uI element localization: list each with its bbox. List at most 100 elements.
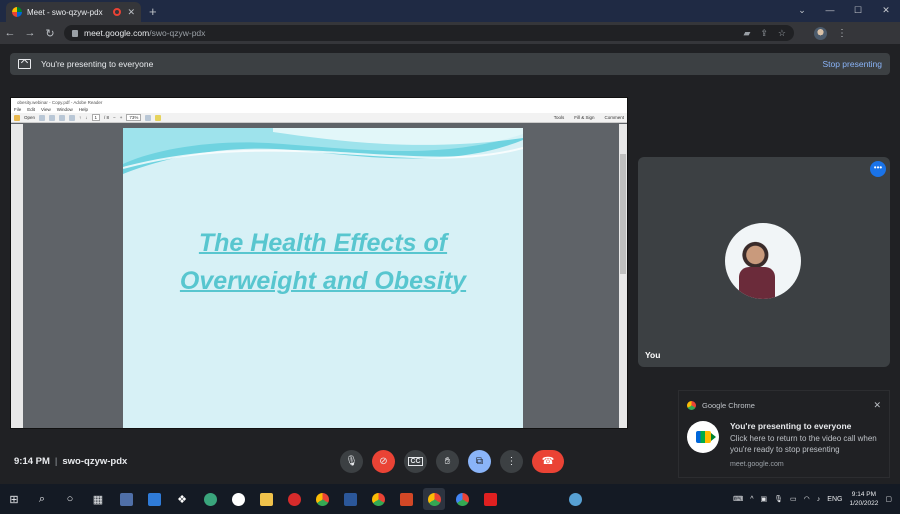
address-bar[interactable]: meet.google.com/swo-qzyw-pdx ▰ ⇪ ☆ [64,25,794,41]
taskbar-app-opera[interactable] [283,488,305,510]
language-indicator[interactable]: ENG [827,496,842,503]
navigation-pane[interactable] [11,124,23,428]
taskbar-app-mail[interactable] [143,488,165,510]
self-video-tile: ••• You [638,157,890,367]
menu-window[interactable]: Window [57,107,73,112]
share-icon[interactable]: ⇪ [760,28,768,39]
task-view-icon: ▦ [92,493,104,506]
taskbar-app-chrome[interactable] [311,488,333,510]
zoom-input[interactable]: 73% [126,114,142,121]
tab-search-icon[interactable]: ⌄ [788,0,816,20]
create-icon[interactable] [39,114,46,121]
captions-button[interactable]: CC [404,450,427,473]
lock-icon[interactable] [72,29,78,37]
present-now-button[interactable]: ⧉ [468,450,491,473]
menu-edit[interactable]: Edit [27,107,35,112]
participant-name: You [645,350,661,360]
meet-tray-icon[interactable]: ▣ [761,495,768,503]
hang-up-icon: ☎︎ [541,456,555,467]
maximize-button[interactable]: ☐ [844,0,872,20]
wifi-icon[interactable]: ◠ [804,495,810,503]
volume-icon[interactable]: ♪ [817,496,821,503]
taskbar-app-github[interactable] [227,488,249,510]
forward-button[interactable]: → [20,27,40,39]
taskbar-app-chrome-active[interactable] [423,488,445,510]
page-number-input[interactable]: 1 [91,114,101,121]
minimize-button[interactable]: — [816,0,844,20]
browser-tab-meet[interactable]: Meet - swo-qzyw-pdx ✕ [6,2,141,22]
windows-taskbar: ⊞ ⌕ ○ ▦ ❖ ⌨ ^ ▣ 🎙︎ ▭ ◠ ♪ ENG 9:14 PM 1/2… [0,484,900,514]
next-page-icon[interactable]: ↓ [85,115,87,120]
notifications-icon[interactable]: ▢ [885,495,892,503]
profile-avatar[interactable] [814,26,827,40]
reload-button[interactable]: ↻ [40,27,60,40]
prev-page-icon[interactable]: ↑ [79,115,81,120]
notification-app: Google Chrome [702,401,755,410]
stop-presenting-button[interactable]: Stop presenting [822,59,882,69]
close-tab-icon[interactable]: ✕ [127,7,135,18]
taskbar-app-edge[interactable] [199,488,221,510]
menu-help[interactable]: Help [79,107,88,112]
fit-page-icon[interactable] [145,114,152,121]
dropbox-icon: ❖ [177,493,187,506]
address-bar-row: ← → ↻ meet.google.com/swo-qzyw-pdx ▰ ⇪ ☆… [0,22,900,44]
microphone-button[interactable]: 🎙︎ [340,450,363,473]
chrome-alt-icon [455,492,469,506]
comment-pane-button[interactable]: Comment [604,115,624,120]
cortana-button[interactable]: ○ [59,488,81,510]
zoom-out-icon[interactable]: − [113,115,116,120]
task-view-button[interactable]: ▦ [87,488,109,510]
camera-in-use-icon[interactable]: ▰ [743,28,750,39]
taskbar-app-explorer[interactable] [255,488,277,510]
print-icon[interactable] [59,114,66,121]
taskbar-app-calculator[interactable] [115,488,137,510]
zoom-in-icon[interactable]: + [120,115,123,120]
system-clock[interactable]: 9:14 PM 1/20/2022 [849,490,878,508]
more-options-button[interactable]: ••• [870,161,886,177]
close-window-button[interactable]: ✕ [872,0,900,20]
document-viewport: The Health Effects of Overweight and Obe… [11,124,627,428]
taskbar-app-word[interactable] [339,488,361,510]
more-options-menu-button[interactable]: ⋮ [500,450,523,473]
comment-icon[interactable] [155,114,162,121]
back-button[interactable]: ← [0,27,20,39]
open-folder-icon[interactable] [14,114,20,121]
start-button[interactable]: ⊞ [3,488,25,510]
github-icon [231,492,245,506]
word-icon [343,492,357,506]
new-tab-button[interactable]: + [149,4,157,19]
save-icon[interactable] [49,114,56,121]
taskbar-app-extra[interactable] [564,488,586,510]
microphone-tray-icon[interactable]: 🎙︎ [774,495,783,503]
taskbar-app-chrome-2[interactable] [367,488,389,510]
app-globe-icon [568,492,582,506]
browser-menu-icon[interactable]: ⋮ [837,28,847,39]
close-notification-icon[interactable]: ✕ [873,400,881,411]
fill-sign-pane-button[interactable]: Fill & Sign [574,115,594,120]
taskbar-app-dropbox[interactable]: ❖ [171,488,193,510]
chrome-notification[interactable]: Google Chrome ✕ You're presenting to eve… [678,390,890,478]
email-icon[interactable] [69,114,76,121]
presenting-text: You're presenting to everyone [41,59,154,69]
leave-call-button[interactable]: ☎︎ [532,450,564,473]
taskbar-app-acrobat[interactable] [479,488,501,510]
chrome-icon [687,401,696,410]
taskbar-app-powerpoint[interactable] [395,488,417,510]
raise-hand-button[interactable]: ✋︎ [436,450,459,473]
battery-icon[interactable]: ▭ [790,495,797,503]
camera-off-button[interactable]: ⊘ [372,450,395,473]
call-controls: 🎙︎ ⊘ CC ✋︎ ⧉ ⋮ ☎︎ [340,450,564,473]
opera-icon [287,492,301,506]
show-hidden-icons-icon[interactable]: ^ [750,496,753,503]
menu-file[interactable]: File [14,107,21,112]
taskbar-app-chrome-3[interactable] [451,488,473,510]
open-button[interactable]: Open [24,115,35,120]
raise-hand-icon: ✋︎ [444,456,451,467]
document-scrollbar[interactable] [619,124,627,428]
reader-toolbar: Open ↑ ↓ 1 / 8 − + 73% Tools Fill & Sign… [11,113,627,123]
menu-view[interactable]: View [41,107,51,112]
tools-pane-button[interactable]: Tools [554,115,565,120]
keyboard-icon[interactable]: ⌨ [733,495,743,503]
search-button[interactable]: ⌕ [31,488,53,510]
bookmark-star-icon[interactable]: ☆ [778,28,786,39]
